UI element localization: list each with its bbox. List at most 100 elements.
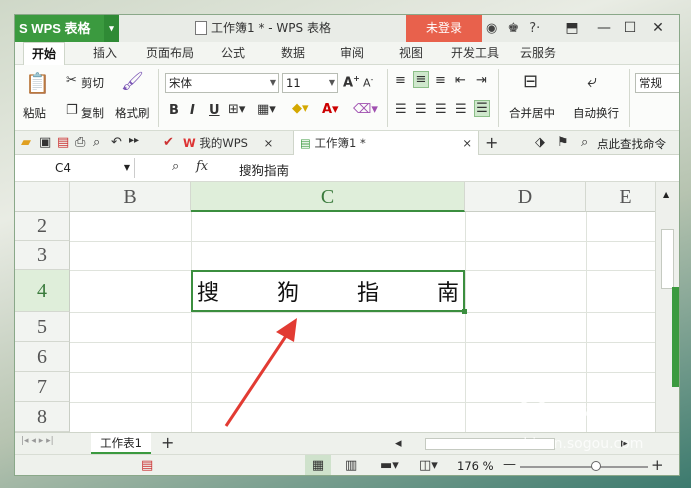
undo-icon[interactable]: ↶ bbox=[111, 135, 122, 150]
column-header-b[interactable]: B bbox=[70, 182, 191, 212]
zoom-slider[interactable] bbox=[520, 466, 648, 468]
align-right-icon[interactable]: ☰ bbox=[435, 102, 447, 117]
merge-center-button[interactable]: 合并居中 bbox=[509, 105, 555, 121]
clear-format-icon[interactable]: ⌫▾ bbox=[353, 102, 378, 117]
folder-icon[interactable]: ▰ bbox=[21, 135, 31, 150]
paste-icon[interactable]: 📋 bbox=[25, 71, 50, 97]
close-icon[interactable]: × bbox=[264, 136, 274, 150]
app-menu-button[interactable]: S WPS 表格 ▾ bbox=[15, 15, 119, 42]
cell-c4-selected[interactable]: 搜 狗 指 南 bbox=[191, 270, 467, 314]
tab-cloud[interactable]: 云服务 bbox=[520, 42, 556, 65]
sheet-tab-active[interactable]: 工作表1 bbox=[91, 433, 151, 454]
align-left-icon[interactable]: ☰ bbox=[395, 102, 407, 117]
increase-indent-icon[interactable]: ⇥ bbox=[476, 73, 487, 88]
more-icon[interactable]: ▸▸ bbox=[129, 135, 139, 146]
increase-font-icon[interactable]: A+ bbox=[343, 74, 360, 90]
help-icon[interactable]: ?· bbox=[529, 21, 540, 36]
tab-review[interactable]: 审阅 bbox=[340, 42, 364, 65]
cut-icon[interactable]: ✂ bbox=[66, 73, 77, 88]
side-panel-handle[interactable] bbox=[672, 287, 679, 387]
command-search[interactable]: 点此查找命令 bbox=[597, 136, 666, 152]
reading-mode-icon[interactable]: ◫▾ bbox=[419, 458, 438, 473]
fx-icon[interactable]: fx bbox=[196, 159, 208, 174]
zoom-in-icon[interactable]: + bbox=[651, 456, 664, 474]
border-icon[interactable]: ⊞▾ bbox=[228, 102, 245, 117]
wrap-text-icon[interactable]: ⤶ bbox=[587, 71, 597, 92]
row-header-2[interactable]: 2 bbox=[15, 212, 70, 241]
sheet-nav-icon[interactable]: |◂ ◂ ▸ ▸| bbox=[21, 436, 54, 446]
font-size-select[interactable]: 11 ▼ bbox=[282, 73, 338, 93]
share-icon[interactable]: ⚑ bbox=[557, 135, 569, 150]
row-header-5[interactable]: 5 bbox=[15, 312, 70, 342]
merge-center-icon[interactable]: ⊟ bbox=[523, 71, 538, 92]
column-header-d[interactable]: D bbox=[465, 182, 586, 212]
distributed-icon[interactable]: ☰ bbox=[474, 100, 490, 117]
align-center-icon[interactable]: ☰ bbox=[415, 102, 427, 117]
tab-home[interactable]: 开始 bbox=[23, 42, 66, 65]
column-header-c[interactable]: C bbox=[191, 182, 465, 212]
shirt-icon[interactable]: ♚ bbox=[507, 21, 519, 36]
tab-insert[interactable]: 插入 bbox=[93, 42, 117, 65]
tab-developer[interactable]: 开发工具 bbox=[451, 42, 499, 65]
cut-button[interactable]: 剪切 bbox=[81, 75, 104, 91]
wrap-text-button[interactable]: 自动换行 bbox=[573, 105, 619, 121]
align-top-icon[interactable]: ≡ bbox=[395, 73, 406, 88]
align-bottom-icon[interactable]: ≡ bbox=[435, 73, 446, 88]
font-color-icon[interactable]: A▾ bbox=[322, 102, 339, 117]
tab-my-wps[interactable]: W 我的WPS × bbox=[183, 131, 293, 155]
column-header-e[interactable]: E bbox=[586, 182, 655, 212]
row-header-7[interactable]: 7 bbox=[15, 372, 70, 402]
scroll-up-icon[interactable]: ▲ bbox=[663, 190, 669, 199]
formula-input[interactable]: 搜狗指南 bbox=[239, 160, 289, 179]
page-break-view-icon[interactable]: ▥ bbox=[345, 458, 357, 473]
layout-icon[interactable]: ▬▾ bbox=[380, 458, 399, 473]
cloud-doc-icon[interactable]: ⬗ bbox=[535, 135, 545, 150]
add-sheet-icon[interactable]: + bbox=[161, 433, 174, 452]
tab-formulas[interactable]: 公式 bbox=[221, 42, 245, 65]
copy-icon[interactable]: ❐ bbox=[66, 103, 78, 118]
export-pdf-icon[interactable]: ▤ bbox=[57, 135, 69, 150]
normal-view-icon[interactable]: ▦ bbox=[305, 455, 331, 475]
font-name-select[interactable]: 宋体 ▼ bbox=[165, 73, 279, 93]
zoom-level[interactable]: 176 % bbox=[457, 459, 494, 473]
fill-color-icon[interactable]: ◆▾ bbox=[292, 101, 309, 116]
italic-button[interactable]: I bbox=[190, 103, 195, 118]
corner-select-all[interactable] bbox=[15, 182, 70, 212]
zoom-slider-thumb[interactable] bbox=[591, 461, 601, 471]
skin-icon[interactable]: ◉ bbox=[486, 21, 497, 36]
row-header-4[interactable]: 4 bbox=[15, 270, 70, 312]
cell-style-icon[interactable]: ▦▾ bbox=[257, 102, 276, 117]
pin-icon[interactable]: ✔ bbox=[163, 135, 174, 150]
tab-workbook[interactable]: ▤ 工作簿1 * × bbox=[293, 131, 479, 155]
zoom-out-icon[interactable]: — bbox=[503, 457, 516, 472]
row-header-3[interactable]: 3 bbox=[15, 241, 70, 270]
fill-handle[interactable] bbox=[462, 309, 467, 314]
tab-page-layout[interactable]: 页面布局 bbox=[146, 42, 194, 65]
justify-icon[interactable]: ☰ bbox=[455, 102, 467, 117]
copy-button[interactable]: 复制 bbox=[81, 105, 104, 121]
close-icon[interactable]: ✕ bbox=[645, 15, 671, 42]
chevron-down-icon[interactable]: ▾ bbox=[104, 15, 119, 42]
decrease-font-icon[interactable]: A- bbox=[363, 75, 373, 90]
upload-icon[interactable]: ⬒ bbox=[559, 15, 585, 42]
new-tab-icon[interactable]: + bbox=[485, 133, 498, 152]
minimize-icon[interactable]: — bbox=[591, 15, 617, 42]
close-icon[interactable]: × bbox=[462, 131, 472, 155]
format-painter-button[interactable]: 格式刷 bbox=[115, 105, 150, 121]
row-header-8[interactable]: 8 bbox=[15, 402, 70, 432]
name-box[interactable]: C4 ▼ bbox=[15, 158, 135, 178]
bold-button[interactable]: B bbox=[169, 103, 179, 118]
vertical-scrollbar[interactable]: ▲ bbox=[655, 182, 679, 438]
scroll-left-icon[interactable]: ◂ bbox=[395, 436, 402, 451]
search-icon[interactable]: ⌕ bbox=[581, 135, 588, 150]
align-middle-icon[interactable]: ≡ bbox=[413, 71, 429, 88]
row-header-6[interactable]: 6 bbox=[15, 342, 70, 372]
zoom-search-icon[interactable]: ⌕ bbox=[172, 159, 179, 174]
print-preview-icon[interactable]: ⌕ bbox=[93, 135, 100, 150]
macro-icon[interactable]: ▤ bbox=[141, 458, 153, 473]
save-icon[interactable]: ▣ bbox=[39, 135, 51, 150]
print-icon[interactable]: ⎙ bbox=[75, 135, 85, 150]
tab-data[interactable]: 数据 bbox=[281, 42, 305, 65]
maximize-icon[interactable]: ☐ bbox=[617, 15, 643, 42]
decrease-indent-icon[interactable]: ⇤ bbox=[455, 73, 466, 88]
